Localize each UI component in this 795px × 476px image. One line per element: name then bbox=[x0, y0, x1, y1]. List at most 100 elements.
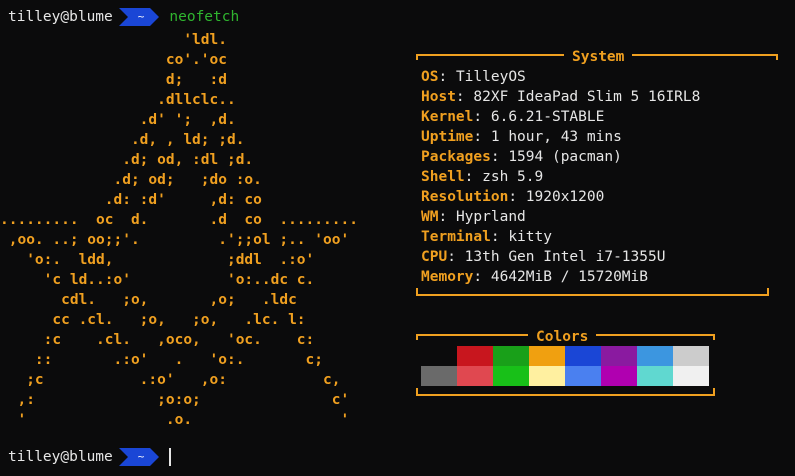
info-separator: : bbox=[438, 69, 456, 85]
info-row: Memory: 4642MiB / 15720MiB bbox=[421, 267, 700, 287]
logo-line: .d; od, :dl ;d. bbox=[0, 152, 254, 168]
text-cursor[interactable] bbox=[169, 448, 172, 466]
system-box-left-rule bbox=[416, 54, 564, 60]
info-row: Packages: 1594 (pacman) bbox=[421, 147, 700, 167]
info-key: Uptime bbox=[421, 129, 474, 145]
info-separator: : bbox=[473, 109, 491, 125]
color-swatch-bright-5 bbox=[601, 366, 637, 386]
prompt-dir: ~ bbox=[127, 448, 151, 466]
prompt-dir-badge: ~ bbox=[118, 448, 160, 466]
colors-box-footer bbox=[416, 388, 715, 396]
logo-line: ;c .:o' ,o: c, bbox=[0, 372, 341, 388]
info-key: Kernel bbox=[421, 109, 474, 125]
color-swatch-bright-0 bbox=[421, 366, 457, 386]
color-swatch-normal-7 bbox=[673, 346, 709, 366]
color-swatch-bright-6 bbox=[637, 366, 673, 386]
info-key: WM bbox=[421, 209, 439, 225]
info-separator: : bbox=[508, 189, 526, 205]
info-value: kitty bbox=[508, 229, 552, 245]
color-swatch-bright-3 bbox=[529, 366, 565, 386]
color-swatch-bright-7 bbox=[673, 366, 709, 386]
info-value: 13th Gen Intel i7-1355U bbox=[464, 249, 666, 265]
badge-arrow-shape bbox=[150, 8, 160, 26]
info-key: Shell bbox=[421, 169, 465, 185]
color-swatch-bright-4 bbox=[565, 366, 601, 386]
colors-box-right-rule bbox=[596, 334, 715, 340]
info-row: CPU: 13th Gen Intel i7-1355U bbox=[421, 247, 700, 267]
info-value: 6.6.21-STABLE bbox=[490, 109, 605, 125]
info-value: TilleyOS bbox=[455, 69, 526, 85]
color-swatch-normal-0 bbox=[421, 346, 457, 366]
color-swatch-normal-2 bbox=[493, 346, 529, 366]
prompt-line-top: tilley@blume ~ neofetch bbox=[8, 7, 239, 27]
info-row: Host: 82XF IdeaPad Slim 5 16IRL8 bbox=[421, 87, 700, 107]
logo-line: cc .cl. ;o, ;o, .lc. l: bbox=[0, 312, 306, 328]
info-value: 82XF IdeaPad Slim 5 16IRL8 bbox=[473, 89, 701, 105]
info-value: 1920x1200 bbox=[525, 189, 605, 205]
logo-line: 'c ld..:o' 'o:..dc c. bbox=[0, 272, 315, 288]
prompt-dir: ~ bbox=[127, 8, 151, 26]
swatch-row-bright bbox=[421, 366, 709, 386]
color-swatch-bright-1 bbox=[457, 366, 493, 386]
system-box-header: System bbox=[416, 48, 778, 66]
logo-line: .d' '; ,d. bbox=[0, 112, 236, 128]
info-separator: : bbox=[455, 89, 474, 105]
colors-box-header: Colors bbox=[416, 328, 715, 346]
info-separator: : bbox=[490, 229, 509, 245]
logo-line: ' .o. ' bbox=[0, 412, 350, 428]
info-value: 4642MiB / 15720MiB bbox=[490, 269, 648, 285]
logo-line: :c .cl. ,oco, 'oc. c: bbox=[0, 332, 315, 348]
logo-line: :: .:o' . 'o:. c; bbox=[0, 352, 324, 368]
logo-line: .d: :d' ,d: co bbox=[0, 192, 262, 208]
info-value: 1 hour, 43 mins bbox=[490, 129, 622, 145]
logo-line: co'.'oc bbox=[0, 52, 227, 68]
info-separator: : bbox=[490, 149, 509, 165]
color-swatch-normal-3 bbox=[529, 346, 565, 366]
info-row: Terminal: kitty bbox=[421, 227, 700, 247]
info-separator: : bbox=[447, 249, 465, 265]
info-separator: : bbox=[438, 209, 456, 225]
logo-line: cdl. ;o, ,o; .ldc bbox=[0, 292, 297, 308]
info-row: Uptime: 1 hour, 43 mins bbox=[421, 127, 700, 147]
logo-line: d; :d bbox=[0, 72, 227, 88]
ascii-logo: 'ldl. co'.'oc d; :d .dllclc.. .d' '; ,d.… bbox=[0, 30, 358, 430]
info-separator: : bbox=[464, 169, 483, 185]
prompt-command: neofetch bbox=[169, 9, 240, 25]
color-swatch-bright-2 bbox=[493, 366, 529, 386]
info-row: Resolution: 1920x1200 bbox=[421, 187, 700, 207]
info-key: CPU bbox=[421, 249, 448, 265]
logo-line: .d; od; ;do :o. bbox=[0, 172, 262, 188]
logo-line: 'ldl. bbox=[0, 32, 227, 48]
colors-box-title: Colors bbox=[536, 329, 589, 345]
badge-tail-shape bbox=[118, 448, 128, 466]
prompt-user: tilley@blume bbox=[8, 449, 113, 465]
logo-line: .dllclc.. bbox=[0, 92, 236, 108]
info-key: Resolution bbox=[421, 189, 509, 205]
badge-arrow-shape bbox=[150, 448, 160, 466]
color-swatch-normal-1 bbox=[457, 346, 493, 366]
info-key: Memory bbox=[421, 269, 474, 285]
info-key: Terminal bbox=[421, 229, 491, 245]
prompt-line-bottom[interactable]: tilley@blume ~ bbox=[8, 447, 172, 467]
color-swatches bbox=[421, 346, 709, 386]
system-box-footer bbox=[416, 288, 769, 296]
info-separator: : bbox=[473, 129, 491, 145]
color-swatch-normal-6 bbox=[637, 346, 673, 366]
info-row: Kernel: 6.6.21-STABLE bbox=[421, 107, 700, 127]
info-separator: : bbox=[473, 269, 491, 285]
info-row: WM: Hyprland bbox=[421, 207, 700, 227]
logo-line: ,: ;o:o; c' bbox=[0, 392, 350, 408]
logo-line: ......... oc d. .d co ......... bbox=[0, 212, 358, 228]
prompt-user: tilley@blume bbox=[8, 9, 113, 25]
info-key: OS bbox=[421, 69, 439, 85]
system-box-title: System bbox=[572, 49, 625, 65]
info-value: 1594 (pacman) bbox=[508, 149, 622, 165]
logo-line: ,oo. ..; oo;;'. .';;ol ;.. 'oo' bbox=[0, 232, 350, 248]
system-info: OS: TilleyOS Host: 82XF IdeaPad Slim 5 16… bbox=[421, 67, 700, 287]
system-box-right-rule bbox=[632, 54, 778, 60]
badge-tail-shape bbox=[118, 8, 128, 26]
prompt-dir-badge: ~ bbox=[118, 8, 160, 26]
info-key: Packages bbox=[421, 149, 491, 165]
swatch-row-normal bbox=[421, 346, 709, 366]
info-value: zsh 5.9 bbox=[482, 169, 544, 185]
